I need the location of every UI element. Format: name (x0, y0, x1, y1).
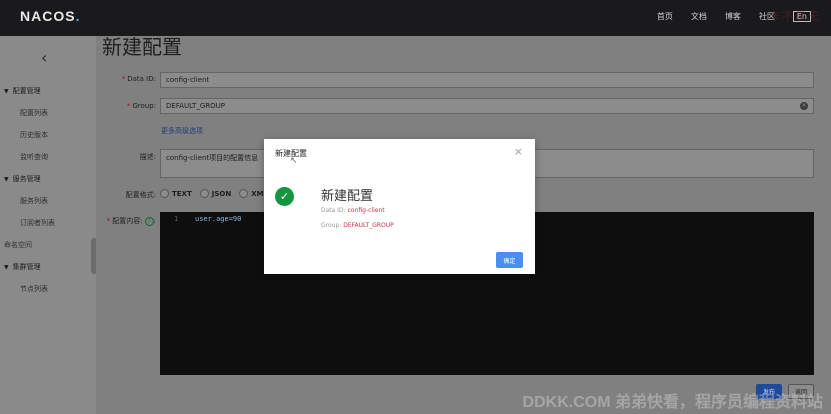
sidebar-item-namespace[interactable]: 命名空间 (0, 234, 96, 256)
sidebar-item-subscribers[interactable]: 订阅者列表 (0, 212, 96, 234)
close-icon[interactable]: × (514, 145, 523, 158)
format-radio-json[interactable]: JSON (199, 189, 231, 198)
nav-docs[interactable]: 文档 (691, 11, 707, 22)
watermark-top: 卡不尽无 (769, 10, 821, 23)
sidebar-item-listener[interactable]: 监听查询 (0, 146, 96, 168)
dialog-message-title: 新建配置 (321, 189, 374, 204)
menu-group-config[interactable]: ▼ 配置管理 (0, 80, 96, 102)
data-id-input[interactable]: config-client (160, 72, 814, 88)
caret-down-icon: ▼ (4, 176, 9, 183)
code-line: user.age=90 (195, 215, 242, 223)
dialog-group: Group: DEFAULT_GROUP (321, 222, 394, 229)
radio-circle (199, 189, 209, 198)
caret-down-icon: ▼ (4, 88, 9, 95)
sidebar-item-nodes[interactable]: 节点列表 (0, 278, 96, 300)
caret-down-icon: ▼ (4, 264, 9, 271)
sidebar-menu: ▼ 配置管理 配置列表 历史版本 监听查询 ▼ 服务管理 服务列表 订阅者列表 命名… (0, 80, 96, 300)
sidebar-item-config-list[interactable]: 配置列表 (0, 102, 96, 124)
help-icon[interactable]: ? (144, 217, 154, 226)
success-dialog: 新建配置 × ↖ ✓ 新建配置 Data ID: config-client G… (264, 139, 535, 274)
mouse-cursor-icon: ↖ (290, 156, 298, 166)
nav-home[interactable]: 首页 (657, 11, 673, 22)
format-radio-text[interactable]: TEXT (160, 189, 192, 198)
menu-group-cluster[interactable]: ▼ 集群管理 (0, 256, 96, 278)
page-title: 新建配置 (102, 35, 182, 59)
line-number: 1 (174, 215, 179, 223)
radio-circle (160, 189, 169, 198)
content-label: * 配置内容:?: (106, 217, 156, 226)
sidebar-item-history[interactable]: 历史版本 (0, 124, 96, 146)
collapse-sidebar-icon[interactable]: ‹ (41, 48, 47, 67)
ok-button[interactable]: 确定 (496, 252, 523, 268)
clear-icon[interactable]: × (800, 102, 808, 110)
format-label: 配置格式: (125, 191, 156, 199)
menu-group-service[interactable]: ▼ 服务管理 (0, 168, 96, 190)
nav-blog[interactable]: 博客 (725, 11, 741, 22)
sidebar: ‹ ▼ 配置管理 配置列表 历史版本 监听查询 ▼ 服务管理 服务列表 订阅者列表 … (0, 36, 96, 414)
check-circle-icon: ✓ (275, 187, 294, 206)
format-radio-group: TEXT JSON XML (160, 189, 268, 198)
nacos-logo[interactable]: NACOS. (20, 8, 80, 24)
advanced-options-link[interactable]: 更多高级选项 (161, 126, 203, 136)
description-label: 描述: (139, 153, 156, 161)
dialog-data-id: Data ID: config-client (321, 207, 385, 214)
watermark-bottom: DDKK.COM 弟弟快看，程序员编程资料站 (522, 394, 823, 411)
group-label: * Group: (126, 102, 156, 110)
radio-circle (239, 189, 249, 198)
data-id-label: * Data ID: (121, 75, 156, 83)
sidebar-item-service-list[interactable]: 服务列表 (0, 190, 96, 212)
group-input[interactable]: DEFAULT_GROUP × (160, 98, 814, 114)
